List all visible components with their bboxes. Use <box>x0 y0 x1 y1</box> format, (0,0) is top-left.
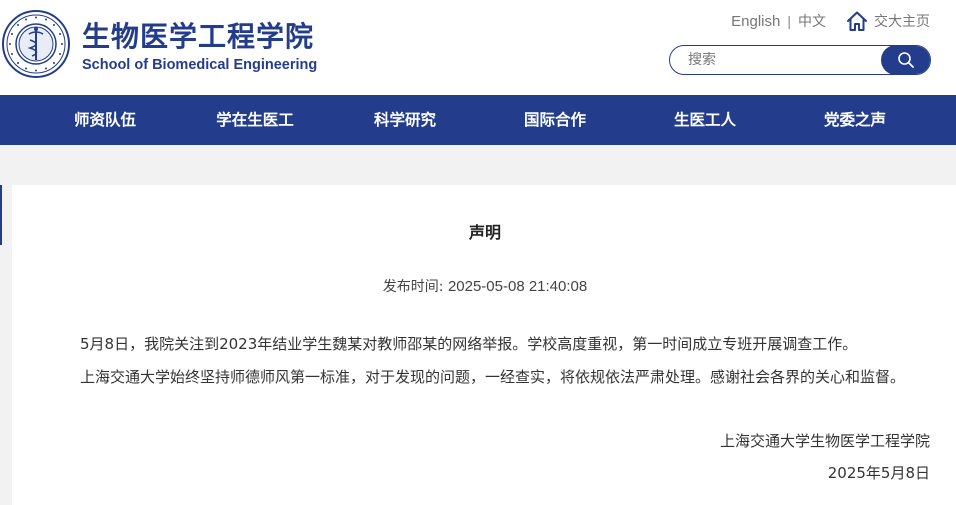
top-links: English | 中文 交大主页 <box>731 10 930 32</box>
search-button[interactable] <box>881 46 930 74</box>
search-icon <box>898 52 914 68</box>
nav-item-party[interactable]: 党委之声 <box>824 95 886 145</box>
nav-item-international[interactable]: 国际合作 <box>524 95 586 145</box>
article-paragraph: 上海交通大学始终坚持师德师风第一标准，对于发现的问题，一经查实，将依规依法严肃处… <box>80 368 906 386</box>
article-title: 声明 <box>468 223 501 242</box>
nav-item-faculty[interactable]: 师资队伍 <box>74 95 136 145</box>
university-home-link[interactable]: 交大主页 <box>846 10 930 32</box>
school-title-cn[interactable]: 生物医学工程学院 <box>82 15 314 55</box>
nav-item-alumni[interactable]: 生医工人 <box>674 95 736 145</box>
publish-info: 发布时间: 2025-05-08 21:40:08 <box>0 276 956 296</box>
nav-item-research[interactable]: 科学研究 <box>374 95 436 145</box>
publish-label: 发布时间: <box>382 279 444 295</box>
search-input[interactable] <box>688 46 873 74</box>
site-header: 生物医学工程学院 School of Biomedical Engineerin… <box>0 0 956 95</box>
lang-chinese-link[interactable]: 中文 <box>798 11 826 31</box>
publish-date: 2025-05-08 21:40:08 <box>447 278 588 295</box>
home-icon <box>847 11 867 31</box>
home-link-label: 交大主页 <box>874 14 930 30</box>
school-title-en[interactable]: School of Biomedical Engineering <box>82 57 317 73</box>
signature-date: 2025年5月8日 <box>827 464 930 482</box>
nav-item-study[interactable]: 学在生医工 <box>216 95 294 145</box>
university-seal-logo[interactable] <box>2 10 70 78</box>
article-paragraph: 5月8日，我院关注到2023年结业学生魏某对教师邵某的网络举报。学校高度重视，第… <box>80 335 858 353</box>
seal-graphic <box>2 10 70 78</box>
signature-org: 上海交通大学生物医学工程学院 <box>719 432 930 450</box>
main-nav: 师资队伍 学在生医工 科学研究 国际合作 生医工人 党委之声 <box>0 95 956 145</box>
lang-english-link[interactable]: English <box>731 13 780 30</box>
search-box <box>669 45 931 75</box>
lang-separator: | <box>787 13 791 29</box>
